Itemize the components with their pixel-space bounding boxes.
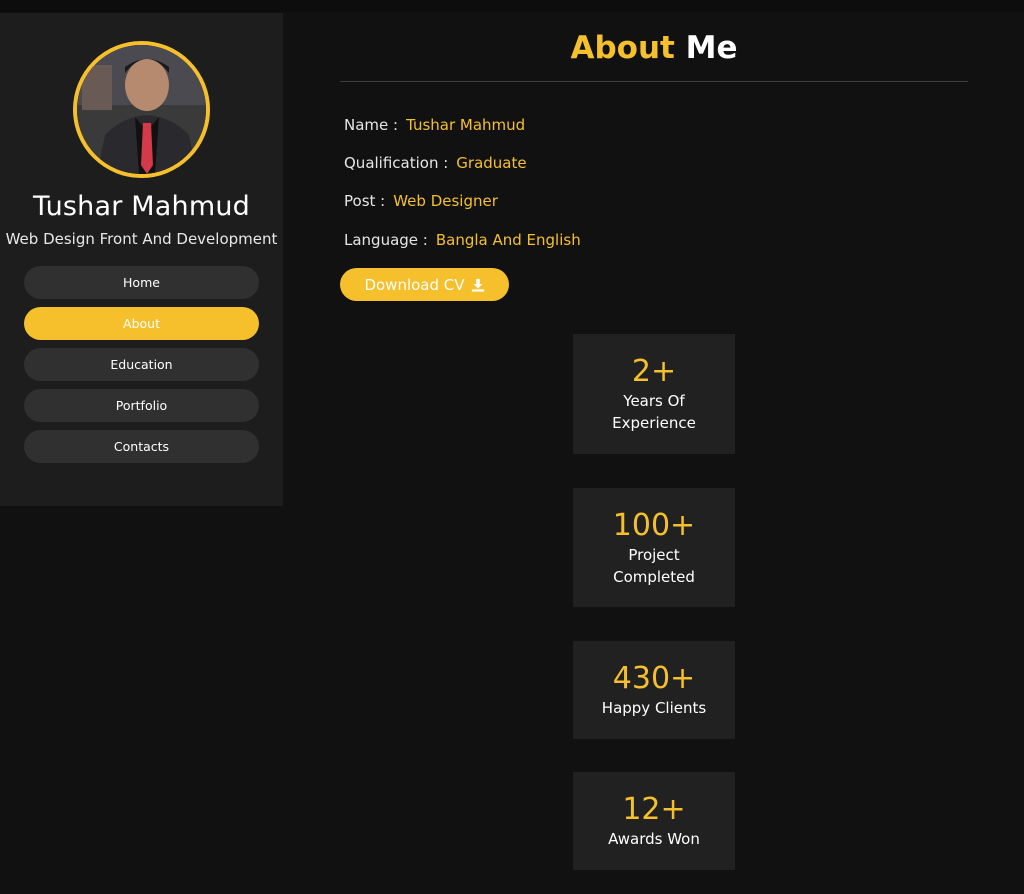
stat-card-clients: 430+ Happy Clients [573, 641, 735, 739]
info-name: Name : Tushar Mahmud [344, 116, 525, 134]
avatar [73, 41, 210, 178]
sidebar: Tushar Mahmud Web Design Front And Devel… [0, 13, 283, 506]
stat-card-projects: 100+ Project Completed [573, 488, 735, 607]
nav-home-button[interactable]: Home [24, 266, 259, 299]
nav-contacts-button[interactable]: Contacts [24, 430, 259, 463]
info-label: Language : [344, 231, 428, 249]
stat-label: Project Completed [613, 545, 695, 586]
title-accent: About [570, 30, 675, 66]
info-post: Post : Web Designer [344, 192, 498, 210]
sidebar-nav: Home About Education Portfolio Contacts [24, 266, 259, 471]
download-cv-button[interactable]: Download CV [340, 268, 509, 301]
profile-photo [77, 45, 206, 174]
stat-label: Awards Won [608, 830, 700, 848]
stat-label: Years Of Experience [612, 392, 696, 432]
profile-name: Tushar Mahmud [32, 191, 251, 222]
top-strip [0, 0, 1024, 12]
page-title: About Me [340, 30, 968, 66]
info-value: Tushar Mahmud [406, 116, 526, 134]
stat-card-awards: 12+ Awards Won [573, 772, 735, 870]
nav-portfolio-button[interactable]: Portfolio [24, 389, 259, 422]
title-divider [340, 81, 968, 82]
info-value: Web Designer [393, 192, 498, 210]
stat-number: 430+ [612, 661, 696, 696]
info-label: Qualification : [344, 154, 449, 172]
stat-card-experience: 2+ Years Of Experience [573, 334, 735, 454]
stat-number: 2+ [631, 354, 677, 389]
info-value: Graduate [456, 154, 527, 172]
nav-about-button[interactable]: About [24, 307, 259, 340]
download-cv-label: Download CV [364, 275, 465, 294]
info-value: Bangla And English [435, 231, 581, 249]
download-icon [471, 278, 484, 292]
title-rest: Me [685, 30, 738, 66]
stat-label: Happy Clients [601, 699, 707, 717]
profile-role: Web Design Front And Development [5, 230, 278, 248]
info-qualification: Qualification : Graduate [344, 154, 527, 172]
stat-number: 12+ [622, 792, 686, 827]
info-label: Post : [344, 192, 386, 210]
info-label: Name : [344, 116, 399, 134]
stat-number: 100+ [612, 507, 696, 543]
info-language: Language : Bangla And English [344, 231, 581, 249]
nav-education-button[interactable]: Education [24, 348, 259, 381]
